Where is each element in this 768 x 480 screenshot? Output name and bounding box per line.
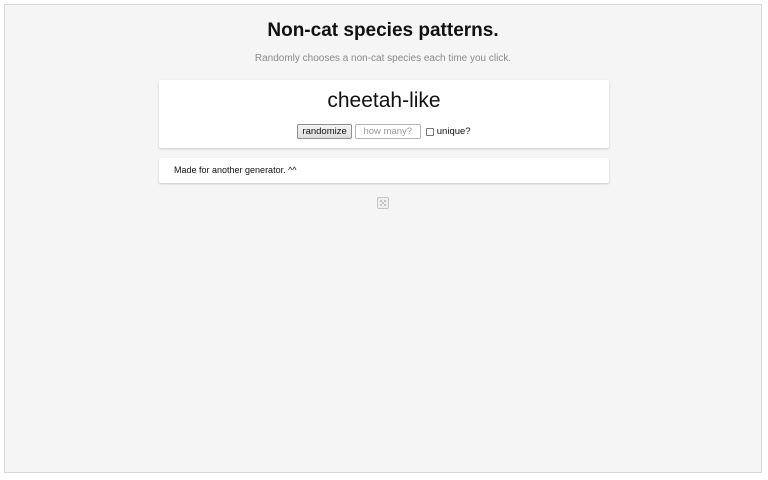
generator-card: cheetah-like randomize unique? [159, 80, 609, 148]
dice-pip [380, 204, 382, 206]
randomize-button[interactable]: randomize [297, 124, 352, 139]
dice-pip [384, 204, 386, 206]
dice-icon[interactable] [377, 197, 389, 209]
page-frame: Non-cat species patterns. Randomly choos… [4, 4, 762, 473]
generator-result: cheetah-like [327, 89, 441, 112]
unique-label: unique? [436, 126, 471, 137]
unique-checkbox[interactable] [425, 127, 434, 136]
footer-card: Made for another generator. ^^ [159, 158, 609, 183]
count-input[interactable] [354, 124, 421, 139]
footer-note: Made for another generator. ^^ [174, 165, 297, 175]
page-subtitle: Randomly chooses a non-cat species each … [254, 53, 512, 64]
generator-controls: randomize unique? [159, 124, 609, 139]
page-title: Non-cat species patterns. [267, 20, 499, 41]
dice-pip [384, 200, 386, 202]
